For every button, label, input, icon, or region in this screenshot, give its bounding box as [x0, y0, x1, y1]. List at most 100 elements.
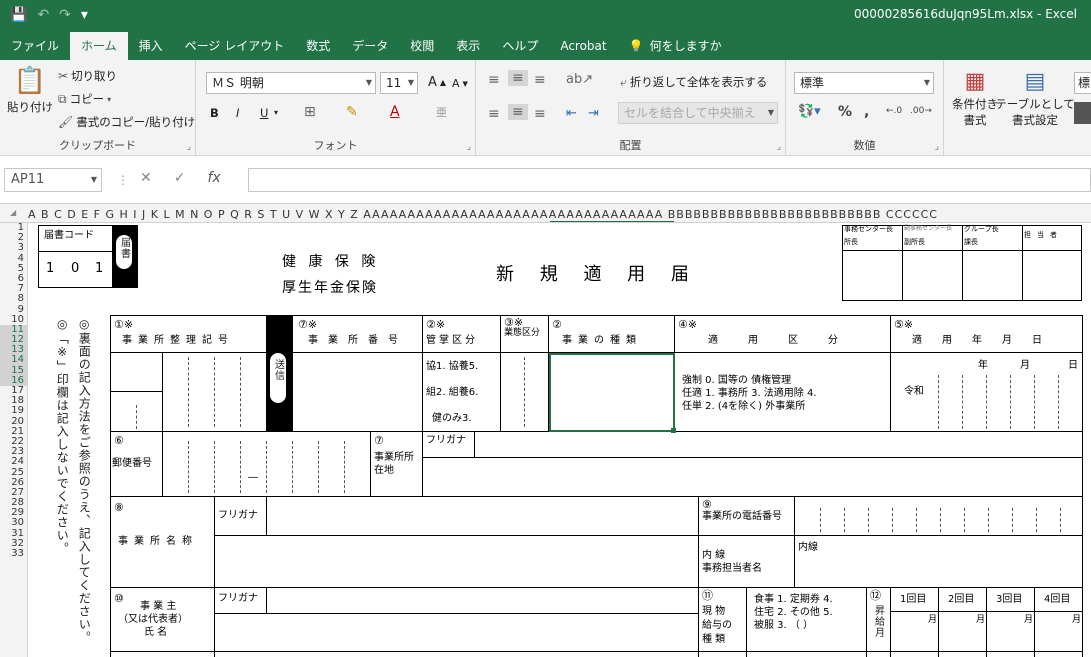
tab-page-layout[interactable]: ページ レイアウト: [174, 32, 296, 60]
cell-style-button[interactable]: 標: [1074, 72, 1091, 94]
wrap-icon: ⤶: [620, 74, 627, 89]
dashed-divider: [1012, 508, 1013, 532]
divider: [214, 613, 698, 614]
divider: [962, 225, 963, 301]
launcher-icon[interactable]: ⌟: [467, 142, 471, 152]
tab-formulas[interactable]: 数式: [295, 32, 341, 60]
dashed-divider: [240, 441, 241, 493]
format-as-table-button[interactable]: ▤ テーブルとして 書式設定: [995, 68, 1074, 128]
launcher-icon[interactable]: ⌟: [777, 142, 781, 152]
launcher-icon[interactable]: ⌟: [935, 142, 939, 152]
divider: [162, 352, 163, 431]
format-painter-button[interactable]: 🖌 書式のコピー/貼り付け: [58, 114, 195, 130]
fill-handle[interactable]: [671, 428, 676, 433]
wrap-text-button[interactable]: ⤶ 折り返して全体を表示する: [620, 74, 767, 90]
increase-decimal-icon[interactable]: ←.0: [886, 106, 902, 116]
fx-icon[interactable]: fx: [207, 170, 220, 186]
accounting-icon[interactable]: 💱▾: [798, 104, 821, 119]
percent-button[interactable]: %: [838, 104, 852, 120]
dashed-divider: [1036, 508, 1037, 532]
office-address-label: 事業所所在地: [374, 452, 414, 476]
table-icon: ▤: [1024, 69, 1046, 94]
column-header-labels[interactable]: A B C D E F G H I J K L M N O P Q R S T …: [28, 208, 938, 221]
divider: [370, 431, 371, 496]
tab-insert[interactable]: 挿入: [128, 32, 174, 60]
dashed-divider: [964, 508, 965, 532]
align-left-icon[interactable]: ≡: [488, 106, 500, 122]
active-cell-AP11[interactable]: [549, 353, 675, 432]
shrink-font-button[interactable]: A ▼: [452, 77, 468, 90]
align-bottom-icon[interactable]: ≡: [534, 72, 546, 88]
copy-button[interactable]: ⧉ コピー ▾: [58, 91, 111, 107]
italic-button[interactable]: I: [236, 106, 239, 120]
font-name-select[interactable]: ＭＳ 明朝 ▼: [206, 72, 376, 94]
borders-icon[interactable]: ⊞: [304, 104, 316, 120]
row-header[interactable]: 33: [0, 548, 27, 559]
splitter-icon[interactable]: ⋮: [117, 173, 129, 187]
grow-font-button[interactable]: A ▲: [428, 75, 446, 90]
tab-review[interactable]: 校閲: [399, 32, 445, 60]
name-box[interactable]: AP11 ▼: [4, 168, 102, 192]
orientation-icon[interactable]: ab↗: [566, 72, 593, 87]
pension-insurance-label: 厚生年金保険: [282, 280, 378, 296]
row-header[interactable]: 8: [0, 294, 27, 304]
number-format-select[interactable]: 標準 ▼: [794, 72, 934, 94]
launcher-icon[interactable]: ⌟: [187, 142, 191, 152]
select-all-icon[interactable]: ◢: [10, 208, 17, 217]
tab-home[interactable]: ホーム: [70, 32, 128, 60]
dashed-divider: [892, 508, 893, 532]
tab-file[interactable]: ファイル: [0, 32, 70, 60]
font-color-button[interactable]: A: [390, 104, 400, 120]
merge-center-button[interactable]: セルを結合して中央揃え ▼: [618, 102, 778, 124]
dashed-divider: [820, 508, 821, 532]
formula-input[interactable]: [248, 168, 1091, 192]
tab-help[interactable]: ヘルプ: [491, 32, 549, 60]
dashed-divider: [868, 508, 869, 532]
salary-label-3: 種 類: [702, 634, 726, 645]
fill-color-icon[interactable]: ✎: [346, 104, 358, 120]
tab-view[interactable]: 表示: [445, 32, 491, 60]
font-size-select[interactable]: 11 ▼: [380, 72, 418, 94]
increase-indent-icon[interactable]: ⇥: [588, 106, 599, 121]
dashed-divider: [938, 375, 939, 429]
column-headers: ◢ A B C D E F G H I J K L M N O P Q R S …: [0, 207, 1091, 223]
tab-data[interactable]: データ: [341, 32, 399, 60]
align-top-icon[interactable]: ≡: [488, 72, 500, 88]
undo-icon[interactable]: ↶: [37, 6, 49, 24]
tab-acrobat[interactable]: Acrobat: [549, 32, 617, 60]
divider: [938, 587, 939, 657]
divider: [214, 496, 215, 587]
conditional-format-button[interactable]: ▦ 条件付き 書式: [950, 68, 1000, 128]
align-center-icon[interactable]: ≡: [508, 104, 528, 120]
cancel-icon[interactable]: ✕: [140, 170, 152, 186]
postal-dash: ―: [248, 472, 258, 483]
salary-house-option: 住宅 2. その他 5.: [754, 607, 833, 618]
clipboard-group-label: クリップボード: [59, 139, 136, 152]
tell-me-box[interactable]: 💡 何をしますか: [618, 32, 733, 60]
section-11-mark: ⑪: [702, 589, 713, 602]
paste-button[interactable]: 📋 貼り付け: [7, 66, 53, 115]
cut-button[interactable]: ✂ 切り取り: [58, 68, 117, 84]
customize-icon[interactable]: ▾: [81, 6, 88, 24]
decrease-decimal-icon[interactable]: .00→: [910, 106, 932, 116]
redo-icon[interactable]: ↷: [59, 6, 71, 24]
align-middle-icon[interactable]: ≡: [508, 70, 528, 86]
row-header[interactable]: 24: [0, 457, 27, 467]
chevron-down-icon[interactable]: ▾: [274, 108, 278, 117]
phonetic-icon[interactable]: 亜: [436, 104, 447, 120]
underline-button[interactable]: U: [260, 106, 268, 120]
bold-button[interactable]: B: [210, 106, 219, 120]
dashed-divider: [524, 357, 525, 427]
vice-head-label: 副所長: [904, 238, 925, 246]
section-5-mark: ⑤※: [894, 318, 914, 331]
save-icon[interactable]: 💾: [10, 6, 27, 24]
dashed-divider: [1010, 375, 1011, 429]
enter-icon[interactable]: ✓: [174, 170, 186, 186]
decrease-indent-icon[interactable]: ⇤: [566, 106, 577, 121]
dashed-divider: [188, 357, 189, 427]
comma-button[interactable]: ,: [864, 104, 869, 120]
form-code-digit-1: 1: [46, 261, 55, 276]
spreadsheet-grid[interactable]: 届書コード 1 0 1 届書 健 康 保 険 厚生年金保険 新 規 適 用 届 …: [28, 223, 1091, 657]
align-right-icon[interactable]: ≡: [534, 106, 546, 122]
cell-style-dark-swatch[interactable]: [1074, 102, 1091, 124]
